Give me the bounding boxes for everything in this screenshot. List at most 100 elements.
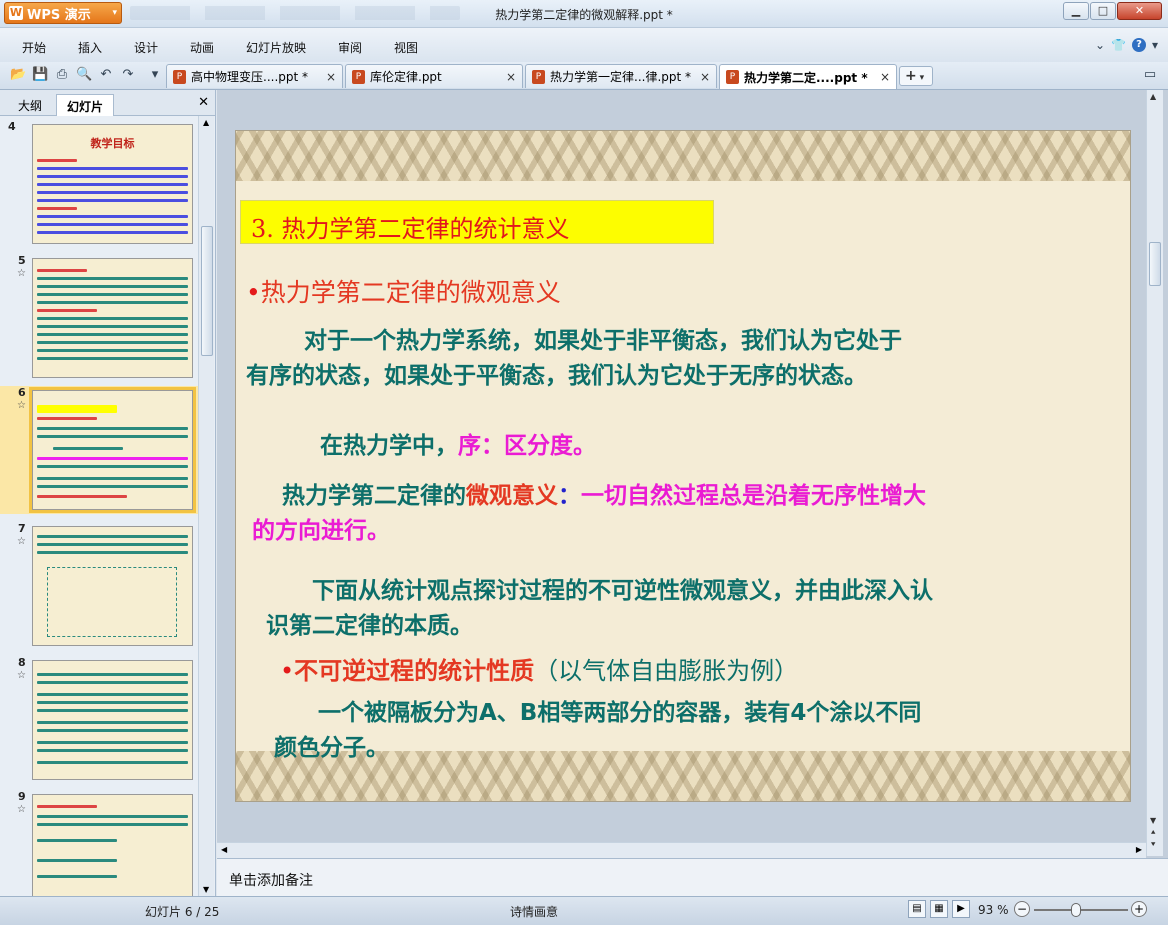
thumb-title: 教学目标 — [90, 137, 135, 150]
slide-heading: 3. 热力学第二定律的统计意义 — [251, 215, 570, 243]
undo-icon[interactable]: ↶ — [98, 67, 114, 83]
maximize-button[interactable]: □ — [1090, 2, 1116, 20]
paragraph-4-line-1[interactable]: 下面从统计观点探讨过程的不可逆性微观意义，并由此深入认 — [312, 571, 933, 605]
menu-review[interactable]: 审阅 — [338, 39, 362, 56]
panel-tabs: 大纲 幻灯片 ✕ — [0, 90, 215, 116]
animation-star-icon: ☆ — [17, 536, 26, 547]
slide-thumbnail: 教学目标 — [32, 124, 193, 244]
paragraph-4-line-2[interactable]: 识第二定律的本质。 — [266, 606, 473, 640]
menu-animation[interactable]: 动画 — [190, 39, 214, 56]
doc-tab-label: 热力学第一定律...律.ppt * — [550, 70, 692, 84]
slide-thumbnail — [32, 526, 193, 646]
slide-number: 9 — [18, 790, 26, 803]
decorative-border-top — [236, 131, 1130, 181]
doc-tab-4-active[interactable]: P 热力学第二定....ppt * × — [719, 64, 897, 89]
help-icon[interactable]: ? — [1131, 38, 1146, 52]
doc-tab-label: 热力学第二定....ppt * — [744, 70, 868, 85]
paragraph-5-line-2[interactable]: 颜色分子。 — [274, 728, 389, 762]
doc-tab-3[interactable]: P 热力学第一定律...律.ppt * × — [525, 64, 717, 88]
menu-slideshow[interactable]: 幻灯片放映 — [246, 39, 306, 56]
scroll-thumb[interactable] — [201, 226, 213, 356]
scroll-down-icon[interactable]: ▼ — [1150, 816, 1156, 825]
zoom-slider-track[interactable] — [1034, 909, 1128, 911]
scroll-down-icon[interactable]: ▼ — [203, 885, 209, 894]
paragraph-3-line-2[interactable]: 的方向进行。 — [252, 511, 390, 545]
paragraph-1-line-1[interactable]: 对于一个热力学系统，如果处于非平衡态，我们认为它处于 — [304, 321, 902, 355]
slide-number: 5 — [18, 254, 26, 267]
paragraph-2[interactable]: 在热力学中，序：区分度。 — [320, 426, 596, 460]
close-panel-icon[interactable]: ✕ — [198, 95, 209, 110]
close-tab-icon[interactable]: × — [506, 70, 516, 84]
paragraph-1-line-2[interactable]: 有序的状态，如果处于平衡态，我们认为它处于无序的状态。 — [246, 356, 867, 390]
animation-star-icon: ☆ — [17, 268, 26, 279]
zoom-level[interactable]: 93 % — [978, 903, 1009, 917]
editor-horizontal-scrollbar[interactable]: ◀ ▶ — [217, 842, 1146, 858]
close-tab-icon[interactable]: × — [880, 70, 890, 84]
slide-number: 7 — [18, 522, 26, 535]
customize-toolbar-icon[interactable]: ▾ — [147, 67, 163, 83]
redo-icon[interactable]: ↷ — [120, 67, 136, 83]
next-slide-icon[interactable]: ⯆ — [1150, 840, 1156, 850]
normal-view-icon[interactable]: ▤ — [908, 900, 926, 918]
ppt-file-icon: P — [352, 69, 365, 84]
slides-panel-scrollbar[interactable]: ▲ ▼ — [198, 116, 214, 896]
subheading-2[interactable]: •不可逆过程的统计性质（以气体自由膨胀为例） — [280, 651, 798, 686]
slide-thumb-5[interactable]: 5 ☆ — [0, 254, 198, 384]
zoom-in-icon[interactable]: + — [1131, 901, 1147, 917]
doc-tab-2[interactable]: P 库伦定律.ppt × — [345, 64, 523, 88]
toolbar: 📂 💾 ⎙ 🔍 ↶ ↷ ▾ P 高中物理变压....ppt * × P 库伦定律… — [0, 62, 1168, 90]
menu-bar: 开始 插入 设计 动画 幻灯片放映 审阅 视图 ⌄ 👕 ? ▾ — [0, 28, 1168, 62]
window-title: 热力学第二定律的微观解释.ppt * — [495, 8, 673, 22]
menu-home[interactable]: 开始 — [22, 39, 46, 56]
scroll-thumb[interactable] — [1149, 242, 1161, 286]
ppt-file-icon: P — [726, 70, 739, 84]
print-preview-icon[interactable]: 🔍 — [76, 67, 92, 83]
zoom-out-icon[interactable]: − — [1014, 901, 1030, 917]
scroll-left-icon[interactable]: ◀ — [221, 845, 227, 854]
slide-thumb-9[interactable]: 9 ☆ — [0, 790, 198, 896]
chevron-down-icon[interactable]: ▾ — [1152, 38, 1158, 52]
zoom-slider-knob[interactable] — [1071, 903, 1081, 917]
chevron-down-icon[interactable]: ⌄ — [1095, 38, 1105, 52]
subheading-1[interactable]: •热力学第二定律的微观意义 — [246, 273, 561, 309]
paragraph-3-line-1[interactable]: 热力学第二定律的微观意义：一切自然过程总是沿着无序性增大 — [282, 476, 926, 510]
slide-number: 4 — [8, 120, 16, 133]
slideshow-icon[interactable]: ▶ — [952, 900, 970, 918]
print-icon[interactable]: ⎙ — [54, 67, 70, 83]
previous-slide-icon[interactable]: ⯅ — [1150, 828, 1156, 838]
menu-insert[interactable]: 插入 — [78, 39, 102, 56]
doc-tab-1[interactable]: P 高中物理变压....ppt * × — [166, 64, 343, 88]
slide-editor: 3. 热力学第二定律的统计意义 •热力学第二定律的微观意义 对于一个热力学系统，… — [217, 90, 1168, 896]
menu-view[interactable]: 视图 — [394, 39, 418, 56]
theme-name[interactable]: 诗情画意 — [510, 903, 558, 920]
paragraph-5-line-1[interactable]: 一个被隔板分为A、B相等两部分的容器，装有4个涂以不同 — [318, 693, 921, 727]
slide-heading-box[interactable]: 3. 热力学第二定律的统计意义 — [240, 200, 714, 244]
slide-thumb-7[interactable]: 7 ☆ — [0, 522, 198, 652]
tab-outline[interactable]: 大纲 — [8, 94, 52, 116]
notes-pane[interactable]: 单击添加备注 — [217, 858, 1168, 896]
editor-vertical-scrollbar[interactable]: ▲ ▼ ⯅ ⯆ — [1146, 90, 1163, 856]
save-icon[interactable]: 💾 — [32, 67, 48, 83]
current-slide[interactable]: 3. 热力学第二定律的统计意义 •热力学第二定律的微观意义 对于一个热力学系统，… — [235, 130, 1131, 802]
scroll-up-icon[interactable]: ▲ — [203, 118, 209, 127]
close-button[interactable]: ✕ — [1117, 2, 1162, 20]
minimize-button[interactable]: ▁ — [1063, 2, 1089, 20]
new-tab-button[interactable]: + ▾ — [899, 66, 933, 86]
slide-thumb-8[interactable]: 8 ☆ — [0, 656, 198, 786]
close-tab-icon[interactable]: × — [326, 70, 336, 84]
scroll-right-icon[interactable]: ▶ — [1136, 845, 1142, 854]
slide-thumb-4[interactable]: 4 教学目标 — [0, 120, 198, 250]
menu-design[interactable]: 设计 — [134, 39, 158, 56]
tab-list-icon[interactable]: ▭ — [1142, 67, 1158, 83]
scroll-up-icon[interactable]: ▲ — [1150, 92, 1156, 101]
animation-star-icon: ☆ — [17, 670, 26, 681]
bullet-dot-icon: • — [280, 657, 295, 685]
slide-sorter-icon[interactable]: ▦ — [930, 900, 948, 918]
doc-tab-label: 高中物理变压....ppt * — [191, 70, 309, 84]
slide-thumb-6[interactable]: 6 ☆ — [0, 386, 198, 514]
close-tab-icon[interactable]: × — [700, 70, 710, 84]
tab-slides[interactable]: 幻灯片 — [56, 94, 115, 116]
skin-shirt-icon[interactable]: 👕 — [1111, 38, 1126, 52]
open-folder-icon[interactable]: 📂 — [10, 67, 26, 83]
slide-number: 8 — [18, 656, 26, 669]
